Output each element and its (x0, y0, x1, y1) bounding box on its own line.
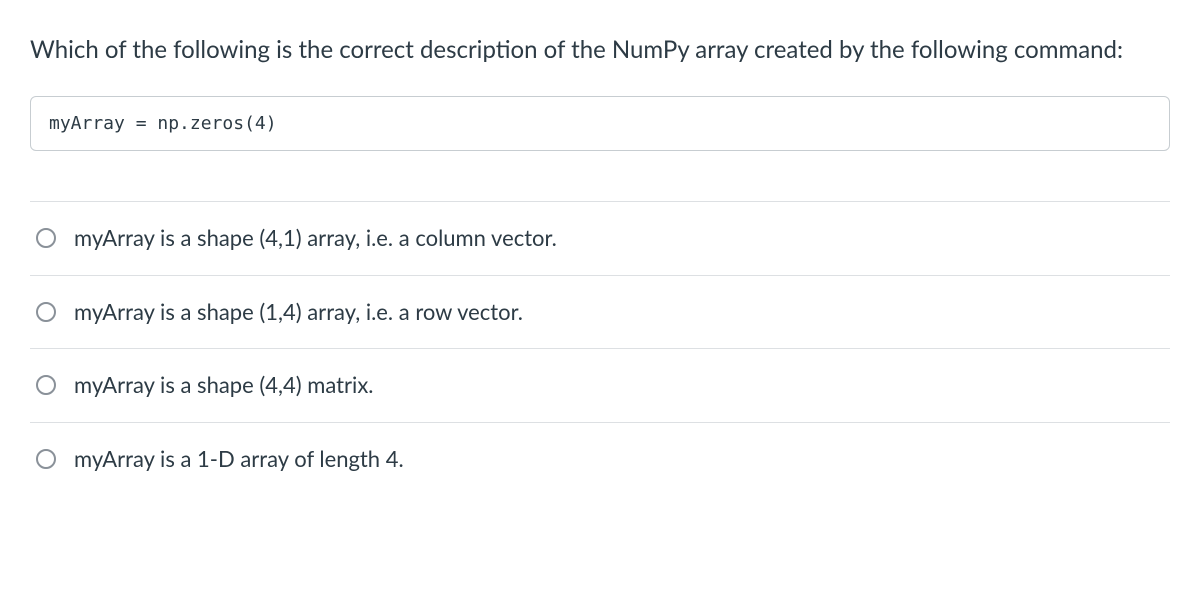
option-row[interactable]: myArray is a shape (4,1) array, i.e. a c… (30, 202, 1170, 276)
options-list: myArray is a shape (4,1) array, i.e. a c… (30, 201, 1170, 495)
option-row[interactable]: myArray is a shape (4,4) matrix. (30, 349, 1170, 423)
option-row[interactable]: myArray is a 1-D array of length 4. (30, 423, 1170, 496)
option-label: myArray is a shape (1,4) array, i.e. a r… (74, 298, 523, 327)
question-text: Which of the following is the correct de… (30, 32, 1170, 68)
option-label: myArray is a 1-D array of length 4. (74, 445, 404, 474)
radio-icon[interactable] (36, 375, 56, 395)
radio-icon[interactable] (36, 449, 56, 469)
radio-icon[interactable] (36, 302, 56, 322)
option-label: myArray is a shape (4,1) array, i.e. a c… (74, 224, 557, 253)
option-label: myArray is a shape (4,4) matrix. (74, 371, 373, 400)
code-block: myArray = np.zeros(4) (30, 96, 1170, 151)
radio-icon[interactable] (36, 228, 56, 248)
option-row[interactable]: myArray is a shape (1,4) array, i.e. a r… (30, 276, 1170, 350)
